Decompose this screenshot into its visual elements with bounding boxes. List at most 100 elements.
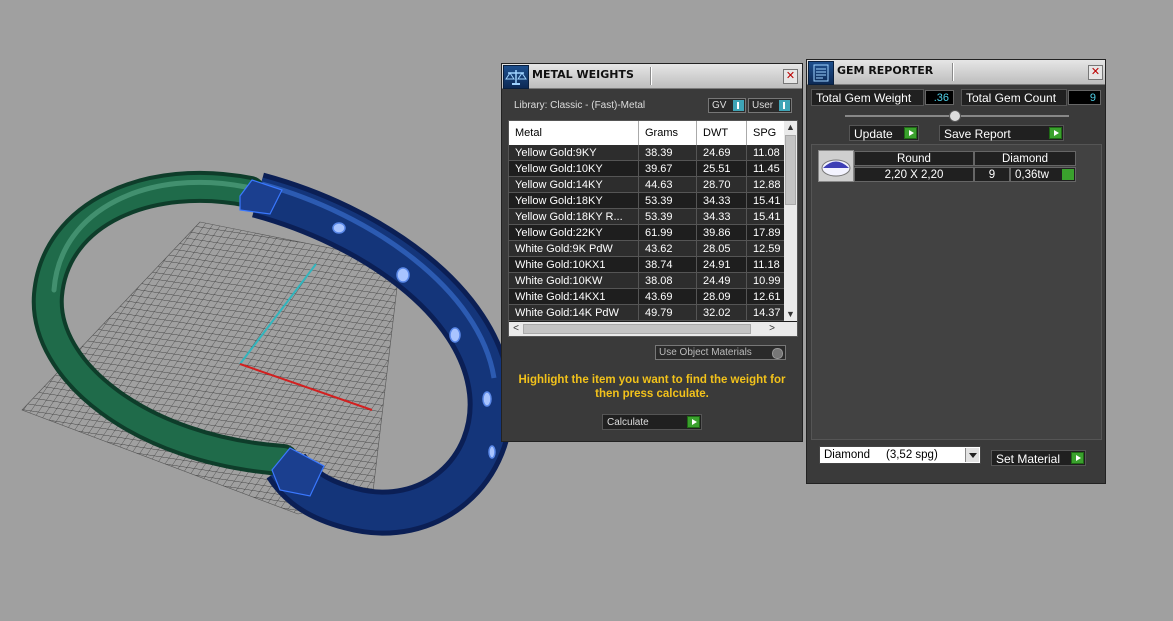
table-cell: 49.79 [639,305,697,321]
scroll-up-icon[interactable]: ▲ [784,121,797,134]
instruction-text: Highlight the item you want to find the … [518,374,786,400]
table-row[interactable]: Yellow Gold:10KY 39.67 25.51 11.45 [509,161,797,177]
close-icon[interactable]: ✕ [1088,65,1103,80]
toggle-icon [779,100,790,111]
gem-reporter-panel: GEM REPORTER ✕ Total Gem Weight .36 Tota… [806,59,1106,484]
total-gem-weight-value: .36 [925,90,954,105]
total-gem-weight-label: Total Gem Weight [811,89,924,106]
table-row[interactable]: Yellow Gold:18KY R... 53.39 34.33 15.41 [509,209,797,225]
table-row[interactable]: Yellow Gold:18KY 53.39 34.33 15.41 [509,193,797,209]
save-report-button[interactable]: Save Report [939,125,1064,141]
metal-weights-panel: METAL WEIGHTS ✕ Library: Classic - (Fast… [501,63,803,442]
update-button[interactable]: Update [849,125,919,141]
set-material-button[interactable]: Set Material [991,450,1086,466]
play-icon [1049,127,1062,139]
total-gem-count-label: Total Gem Count [961,89,1067,106]
table-cell: 34.33 [697,209,747,225]
library-label: Library: Classic - (Fast)-Metal [514,100,646,111]
play-icon[interactable] [1062,169,1074,180]
gem-reporter-titlebar[interactable]: GEM REPORTER ✕ [807,60,1105,85]
column-header[interactable]: Grams [639,121,697,145]
table-cell: White Gold:9K PdW [509,241,639,257]
table-cell: 38.39 [639,145,697,161]
chevron-down-icon [965,448,979,462]
table-row[interactable]: White Gold:10KX1 38.74 24.91 11.18 [509,257,797,273]
gem-list[interactable]: Round Diamond 2,20 X 2,20 9 0,36tw [811,144,1102,440]
table-body[interactable]: Yellow Gold:9KY 38.39 24.69 11.08 Yellow Gol… [509,145,797,321]
gem-shape: Round [854,151,974,166]
gem-size: 2,20 X 2,20 [854,167,974,182]
table-cell: 44.63 [639,177,697,193]
play-icon [687,416,700,428]
table-header: Metal Grams DWT SPG [509,121,797,145]
play-icon [904,127,917,139]
gem-list-item[interactable]: Round Diamond 2,20 X 2,20 9 0,36tw [812,145,1082,182]
gv-toggle[interactable]: GV [708,98,746,113]
table-cell: 24.69 [697,145,747,161]
slider-handle[interactable] [949,110,961,122]
table-cell: 53.39 [639,193,697,209]
table-cell: White Gold:10KW [509,273,639,289]
scale-icon [503,65,529,89]
table-row[interactable]: Yellow Gold:22KY 61.99 39.86 17.89 [509,225,797,241]
metal-weights-titlebar[interactable]: METAL WEIGHTS ✕ [502,64,802,89]
table-cell: Yellow Gold:18KY [509,193,639,209]
user-toggle[interactable]: User [748,98,792,113]
total-gem-count-value: 9 [1068,90,1101,105]
gem-count: 9 [974,167,1010,182]
table-cell: 34.33 [697,193,747,209]
table-cell: 43.69 [639,289,697,305]
table-cell: 28.70 [697,177,747,193]
gem-material: Diamond [974,151,1076,166]
table-row[interactable]: White Gold:9K PdW 43.62 28.05 12.59 [509,241,797,257]
table-cell: Yellow Gold:9KY [509,145,639,161]
table-cell: White Gold:14KX1 [509,289,639,305]
table-cell: 38.08 [639,273,697,289]
close-icon[interactable]: ✕ [783,69,798,84]
table-cell: 32.02 [697,305,747,321]
scroll-left-icon[interactable]: < [509,322,523,336]
toggle-icon [772,348,783,359]
table-cell: Yellow Gold:10KY [509,161,639,177]
material-select[interactable]: Diamond (3,52 spg) [819,446,981,464]
table-row[interactable]: Yellow Gold:14KY 44.63 28.70 12.88 [509,177,797,193]
column-header[interactable]: DWT [697,121,747,145]
use-object-materials-toggle[interactable]: Use Object Materials [655,345,786,360]
toggle-icon [733,100,744,111]
scroll-down-icon[interactable]: ▼ [784,308,797,321]
calculate-button[interactable]: Calculate [602,414,702,430]
scroll-right-icon[interactable]: > [765,322,779,336]
play-icon [1071,452,1084,464]
table-cell: 39.67 [639,161,697,177]
table-cell: 28.09 [697,289,747,305]
table-cell: White Gold:10KX1 [509,257,639,273]
table-cell: 25.51 [697,161,747,177]
vertical-scrollbar[interactable]: ▲ ▼ [784,121,797,321]
table-cell: Yellow Gold:22KY [509,225,639,241]
table-row[interactable]: White Gold:14K PdW 49.79 32.02 14.37 [509,305,797,321]
table-cell: 53.39 [639,209,697,225]
table-cell: 38.74 [639,257,697,273]
table-row[interactable]: White Gold:10KW 38.08 24.49 10.99 [509,273,797,289]
table-cell: White Gold:14K PdW [509,305,639,321]
round-diamond-icon [818,150,854,182]
panel-title: METAL WEIGHTS [532,68,634,81]
scroll-thumb[interactable] [785,135,796,205]
gem-weight: 0,36tw [1010,167,1076,182]
metal-table[interactable]: Metal Grams DWT SPG Yellow Gold:9KY 38.39 24.… [508,120,798,337]
table-cell: 24.91 [697,257,747,273]
table-row[interactable]: Yellow Gold:9KY 38.39 24.69 11.08 [509,145,797,161]
table-cell: 39.86 [697,225,747,241]
horizontal-scrollbar[interactable]: < > [509,322,797,336]
gem-report-icon [808,61,834,85]
panel-title: GEM REPORTER [837,64,934,77]
table-cell: 61.99 [639,225,697,241]
table-row[interactable]: White Gold:14KX1 43.69 28.09 12.61 [509,289,797,305]
table-cell: 28.05 [697,241,747,257]
zoom-slider[interactable] [845,110,1069,122]
table-cell: Yellow Gold:18KY R... [509,209,639,225]
column-header[interactable]: Metal [509,121,639,145]
scroll-thumb[interactable] [523,324,751,334]
table-cell: 43.62 [639,241,697,257]
table-cell: Yellow Gold:14KY [509,177,639,193]
